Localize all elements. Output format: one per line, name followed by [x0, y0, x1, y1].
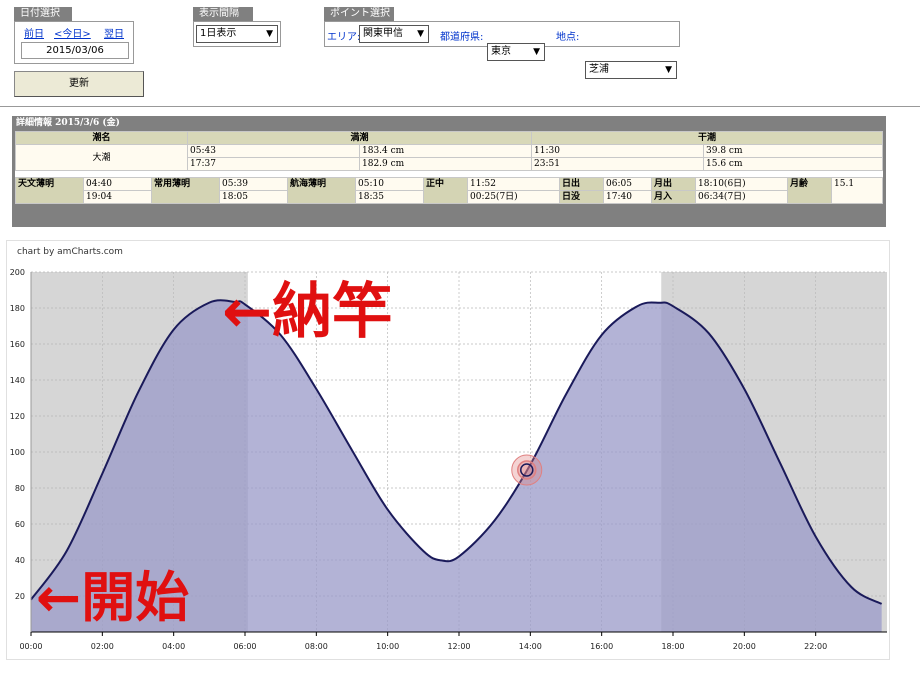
y-tick-label: 80	[15, 484, 25, 493]
tide-chart: 20 40 60 80 100 120 140 160 180 200 00:00 02:00 04:…	[10, 268, 887, 651]
x-tick-label: 10:00	[376, 642, 399, 651]
x-tick-label: 08:00	[305, 642, 328, 651]
y-tick-label: 100	[10, 448, 25, 457]
y-tick-label: 20	[15, 592, 25, 601]
x-tick-label: 02:00	[91, 642, 114, 651]
x-tick-label: 20:00	[733, 642, 756, 651]
x-tick-label: 12:00	[447, 642, 470, 651]
y-tick-label: 200	[10, 268, 25, 277]
x-tick-label: 22:00	[804, 642, 827, 651]
y-tick-label: 120	[10, 412, 25, 421]
y-tick-label: 160	[10, 340, 25, 349]
x-tick-label: 18:00	[661, 642, 684, 651]
y-tick-label: 180	[10, 304, 25, 313]
x-tick-label: 04:00	[162, 642, 185, 651]
y-tick-label: 140	[10, 376, 25, 385]
x-tick-label: 14:00	[519, 642, 542, 651]
x-tick-label: 06:00	[233, 642, 256, 651]
y-tick-label: 60	[15, 520, 25, 529]
annotation-start-fishing: ←開始	[36, 566, 189, 629]
y-tick-label: 40	[15, 556, 25, 565]
x-tick-label: 16:00	[590, 642, 613, 651]
chart-cursor-marker[interactable]	[511, 454, 543, 486]
annotation-stop-fishing: ←納竿	[222, 277, 392, 347]
x-tick-label: 00:00	[19, 642, 42, 651]
